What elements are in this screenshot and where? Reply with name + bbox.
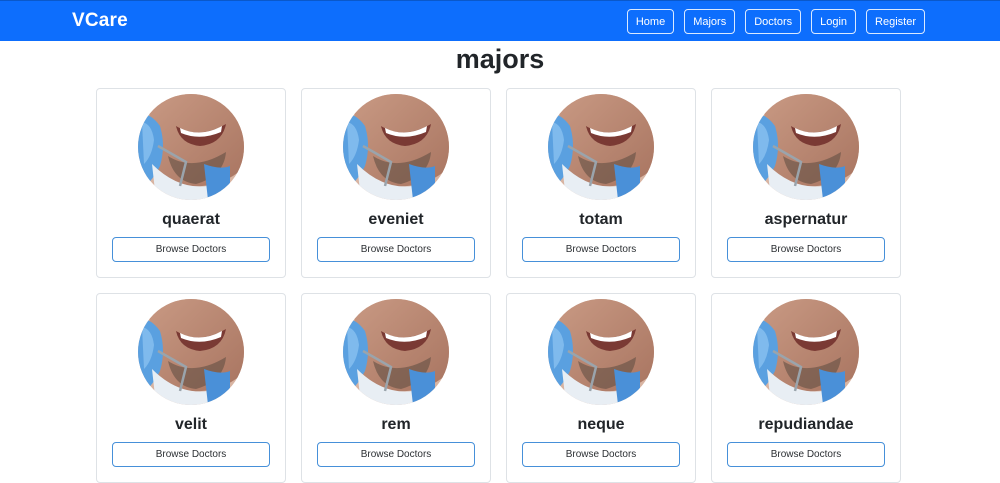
smiling-patient-photo	[343, 299, 449, 405]
smiling-patient-photo	[753, 299, 859, 405]
major-name: aspernatur	[764, 211, 848, 228]
nav-doctors-button[interactable]: Doctors	[745, 9, 802, 34]
major-image	[548, 94, 654, 200]
major-image	[138, 299, 244, 405]
majors-grid: quaerat Browse Doctors eveniet Browse Do…	[96, 88, 901, 483]
major-name: eveniet	[368, 211, 424, 228]
major-card: quaerat Browse Doctors	[96, 88, 286, 278]
browse-doctors-button[interactable]: Browse Doctors	[317, 237, 475, 262]
major-card: velit Browse Doctors	[96, 293, 286, 483]
major-image	[138, 94, 244, 200]
major-image	[753, 299, 859, 405]
browse-doctors-button[interactable]: Browse Doctors	[727, 237, 885, 262]
smiling-patient-photo	[138, 299, 244, 405]
browse-doctors-button[interactable]: Browse Doctors	[112, 237, 270, 262]
major-name: quaerat	[162, 211, 220, 228]
major-name: totam	[579, 211, 623, 228]
smiling-patient-photo	[548, 94, 654, 200]
nav-login-button[interactable]: Login	[811, 9, 857, 34]
major-name: rem	[381, 416, 411, 433]
major-name: velit	[174, 416, 207, 433]
browse-doctors-button[interactable]: Browse Doctors	[112, 442, 270, 467]
nav-links: Home Majors Doctors Login Register	[626, 9, 925, 34]
major-name: repudiandae	[758, 416, 854, 433]
browse-doctors-button[interactable]: Browse Doctors	[317, 442, 475, 467]
major-card: neque Browse Doctors	[506, 293, 696, 483]
major-image	[343, 94, 449, 200]
browse-doctors-button[interactable]: Browse Doctors	[522, 237, 680, 262]
browse-doctors-button[interactable]: Browse Doctors	[522, 442, 680, 467]
smiling-patient-photo	[753, 94, 859, 200]
smiling-patient-photo	[343, 94, 449, 200]
major-image	[753, 94, 859, 200]
major-card: repudiandae Browse Doctors	[711, 293, 901, 483]
browse-doctors-button[interactable]: Browse Doctors	[727, 442, 885, 467]
major-card: eveniet Browse Doctors	[301, 88, 491, 278]
page-title: majors	[455, 44, 545, 74]
smiling-patient-photo	[548, 299, 654, 405]
nav-home-button[interactable]: Home	[626, 9, 675, 34]
nav-register-button[interactable]: Register	[866, 9, 925, 34]
navbar: VCare Home Majors Doctors Login Register	[0, 0, 1000, 41]
brand-logo[interactable]: VCare	[72, 10, 128, 32]
major-card: aspernatur Browse Doctors	[711, 88, 901, 278]
major-card: rem Browse Doctors	[301, 293, 491, 483]
major-image	[343, 299, 449, 405]
major-name: neque	[577, 416, 625, 433]
smiling-patient-photo	[138, 94, 244, 200]
nav-majors-button[interactable]: Majors	[684, 9, 736, 34]
major-image	[548, 299, 654, 405]
major-card: totam Browse Doctors	[506, 88, 696, 278]
